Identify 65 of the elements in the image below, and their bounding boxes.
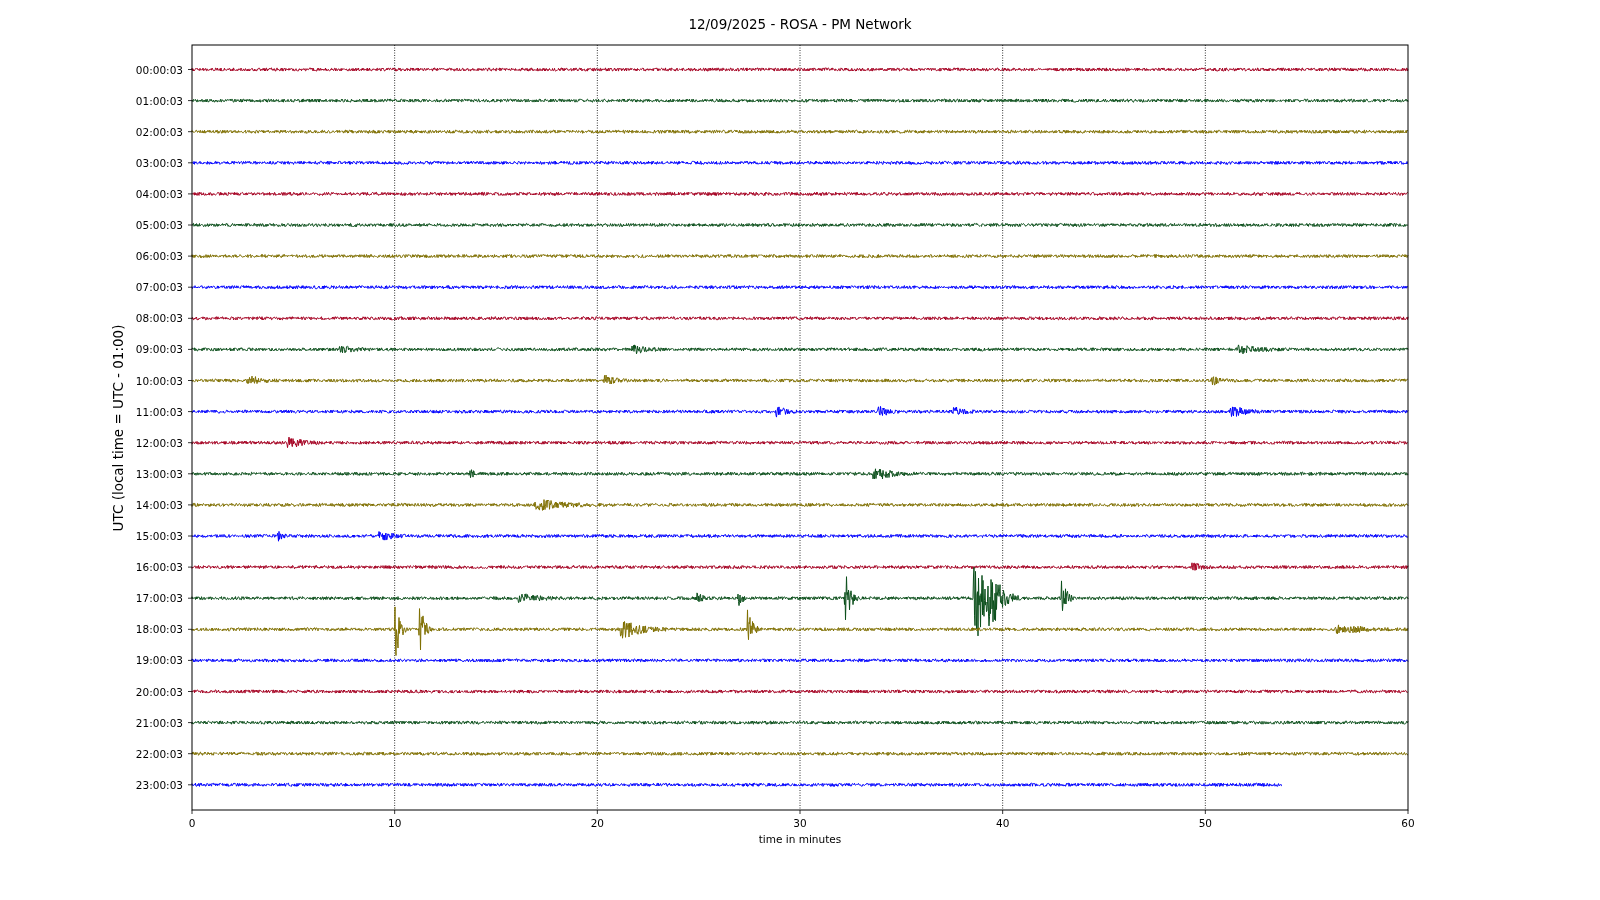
y-tick-mark [187,784,193,786]
x-tick-label: 50 [1198,817,1212,829]
y-tick-label: 00:00:03 [135,63,183,76]
x-tick-mark [799,809,801,815]
y-tick-label: 05:00:03 [135,219,183,231]
x-tick-label: 0 [188,817,196,829]
y-tick-mark [187,224,193,226]
x-tick-mark [596,809,598,815]
y-tick-mark [187,411,193,412]
y-tick-label: 02:00:03 [135,125,183,138]
y-tick-label: 16:00:03 [135,561,183,574]
y-tick-mark [187,286,193,288]
y-tick-mark [187,722,193,723]
x-tick-label: 40 [996,817,1010,829]
y-tick-mark [187,317,193,319]
x-tick-label: 60 [1401,817,1415,829]
y-tick-mark [187,193,193,195]
x-tick-mark [1407,809,1409,815]
y-tick-mark [187,504,193,506]
chart-title: 12/09/2025 - ROSA - PM Network [688,16,912,32]
y-tick-mark [187,442,193,444]
y-tick-mark [187,660,193,661]
y-tick-label: 04:00:03 [135,187,183,200]
y-tick-label: 08:00:03 [135,312,183,325]
y-tick-label: 15:00:03 [135,530,183,542]
x-tick-mark [1002,809,1004,815]
y-tick-mark [187,566,193,568]
x-tick-label: 20 [590,817,604,829]
y-tick-mark [187,69,193,70]
y-tick-mark [187,255,193,257]
y-tick-mark [187,380,193,381]
x-tick-mark [1204,809,1206,815]
y-tick-mark [187,597,193,599]
y-tick-mark [187,628,193,630]
y-tick-mark [187,473,193,475]
x-axis-label: time in minutes [758,833,842,845]
x-tick-label: 30 [793,817,807,829]
y-tick-label: 06:00:03 [135,250,183,263]
y-tick-mark [187,691,193,692]
y-tick-mark [187,131,193,133]
y-tick-label: 03:00:03 [135,156,183,169]
y-tick-label: 17:00:03 [135,592,183,605]
y-tick-label: 20:00:03 [135,685,183,698]
y-tick-label: 11:00:03 [135,405,183,418]
y-tick-mark [187,349,193,350]
y-tick-label: 23:00:03 [135,778,183,791]
y-tick-label: 12:00:03 [135,436,183,449]
y-tick-label: 10:00:03 [135,374,183,387]
y-tick-mark [187,535,193,537]
y-tick-label: 22:00:03 [135,747,183,760]
y-tick-label: 09:00:03 [135,343,183,356]
x-tick-mark [191,809,193,815]
x-tick-label: 10 [388,817,402,829]
y-tick-mark [187,753,193,755]
y-tick-mark [187,162,193,164]
y-tick-label: 07:00:03 [135,281,183,294]
y-tick-label: 13:00:03 [135,467,183,480]
y-axis-label: UTC (local time = UTC - 01:00) [110,324,126,532]
x-tick-mark [394,809,396,815]
y-tick-label: 19:00:03 [135,654,183,667]
y-tick-label: 01:00:03 [135,94,183,107]
y-tick-label: 18:00:03 [135,623,183,636]
y-tick-label: 21:00:03 [135,716,183,729]
y-tick-label: 14:00:03 [135,498,183,511]
y-tick-mark [187,100,193,101]
